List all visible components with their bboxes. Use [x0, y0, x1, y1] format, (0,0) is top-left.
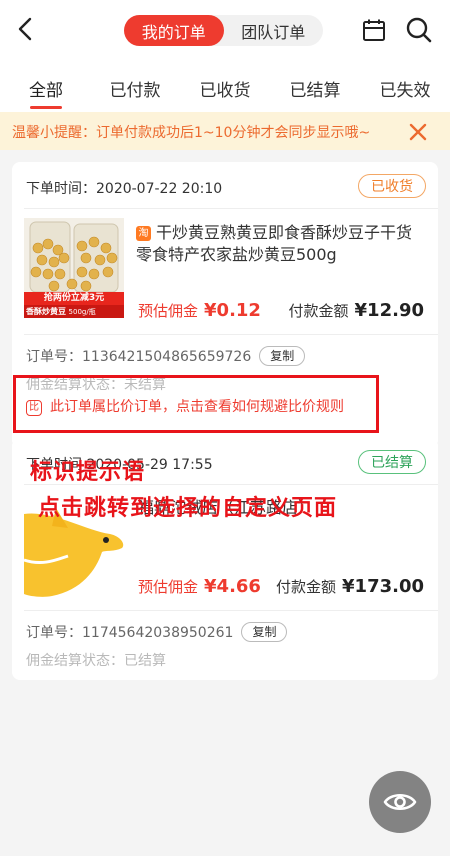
copy-button[interactable]: 复制 — [259, 346, 306, 366]
tab-received[interactable]: 已收货 — [200, 76, 251, 101]
segment-my-orders[interactable]: 我的订单 — [124, 15, 224, 46]
payment-amount: 付款金额 ¥12.90 — [288, 300, 424, 321]
divider — [24, 610, 438, 611]
segment-team-orders[interactable]: 团队订单 — [224, 15, 324, 46]
status-badge: 已结算 — [358, 450, 426, 474]
close-icon[interactable] — [405, 119, 431, 145]
notice-text: 温馨小提醒：订单付款成功后1~10分钟才会同步显示哦~ — [12, 125, 371, 141]
notice-bar: 温馨小提醒：订单付款成功后1~10分钟才会同步显示哦~ — [0, 112, 450, 150]
payment-amount: 付款金额 ¥173.00 — [276, 576, 424, 597]
product-title[interactable]: 淘干炒黄豆熟黄豆即食香酥炒豆子干货零食特产农家盐炒黄豆500g — [136, 222, 424, 266]
order-number: 订单号：1136421504865659726 复制 — [26, 346, 306, 366]
estimated-commission: 预估佣金 ¥0.12 — [138, 300, 261, 321]
divider — [24, 208, 438, 209]
tab-invalid[interactable]: 已失效 — [380, 76, 431, 101]
active-tab-indicator — [30, 106, 62, 109]
tab-settled[interactable]: 已结算 — [290, 76, 341, 101]
order-number: 订单号：11745642038950261 复制 — [26, 622, 288, 642]
taobao-icon: 淘 — [136, 226, 151, 241]
annotation-highlight-box — [13, 375, 379, 433]
tab-all[interactable]: 全部 — [29, 76, 63, 101]
tab-paid[interactable]: 已付款 — [110, 76, 161, 101]
copy-button[interactable]: 复制 — [241, 622, 288, 642]
order-scope-toggle: 我的订单 团队订单 — [124, 15, 323, 46]
back-arrow-icon[interactable] — [14, 14, 38, 44]
status-tabs: 全部 已付款 已收货 已结算 已失效 — [0, 60, 450, 112]
status-badge: 已收货 — [358, 174, 426, 198]
order-time: 下单时间：2020-07-22 20:10 — [26, 181, 223, 197]
divider — [24, 334, 438, 335]
search-icon[interactable] — [405, 16, 433, 44]
settlement-status: 佣金结算状态：已结算 — [26, 653, 166, 669]
calendar-icon[interactable] — [362, 18, 386, 42]
eye-icon — [383, 793, 417, 811]
preview-button[interactable] — [369, 771, 431, 833]
estimated-commission: 预估佣金 ¥4.66 — [138, 576, 261, 597]
image-caption-top: 抢两份立减3元 — [43, 293, 105, 303]
annotation-label: 点击跳转到选择的自定义页面 — [38, 496, 338, 521]
annotation-label: 标识提示语 — [30, 460, 146, 485]
image-caption-bottom: 香酥炒黄豆 500g/瓶 — [26, 307, 96, 316]
header: 我的订单 团队订单 — [0, 0, 450, 60]
